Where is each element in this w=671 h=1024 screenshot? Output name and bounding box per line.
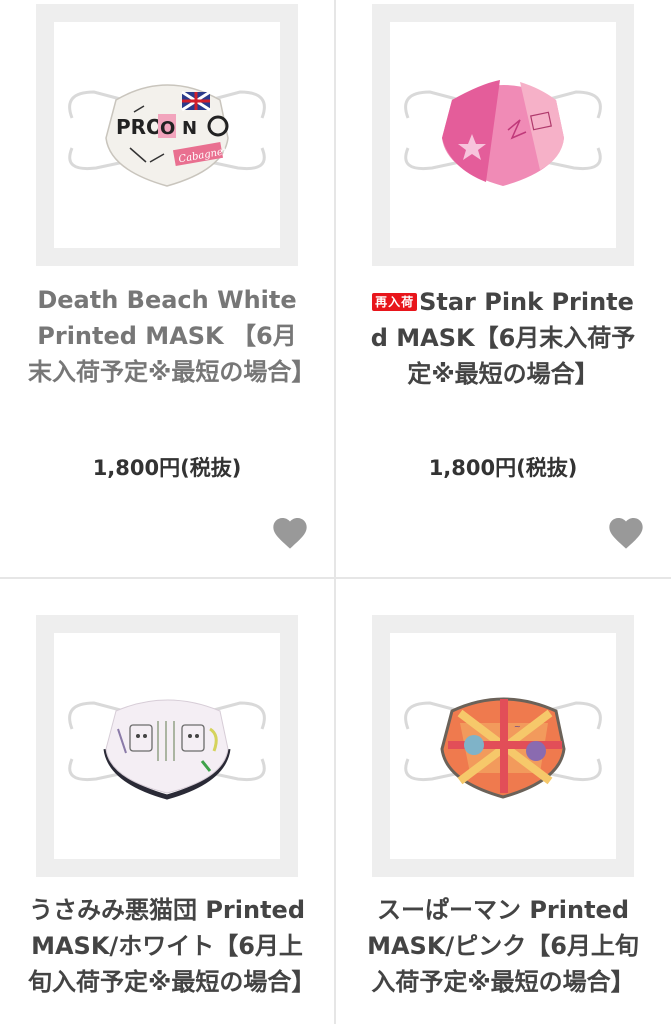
product-title[interactable]: うさみみ悪猫団 Printed MASK/ホワイト【6月上旬入荷予定※最短の場合… (28, 892, 315, 1000)
product-image-frame[interactable] (36, 615, 298, 877)
product-title[interactable]: スーぱーマン Printed MASK/ピンク【6月上旬入荷予定※最短の場合】 (364, 892, 642, 1000)
svg-text:PRO: PRO (116, 115, 163, 139)
product-grid: PRO O N Cabagneta Death Beach White Prin… (0, 0, 671, 1024)
svg-text:N: N (182, 118, 197, 139)
product-price: 1,800円(税抜) (92, 456, 242, 480)
product-title[interactable]: Death Beach White Printed MASK 【6月末入荷予定※… (28, 282, 315, 390)
product-card[interactable]: 再入荷 Star Pink Printed MASK【6月末入荷予定※最短の場合】… (336, 0, 670, 577)
heart-icon[interactable] (270, 513, 310, 551)
product-card[interactable]: ~ スーぱーマン Printed MASK/ピンク【6月上旬入荷予定※最短の場合… (336, 579, 670, 1024)
heart-icon[interactable] (606, 513, 646, 551)
product-image-superman-mask[interactable]: ~ (390, 633, 616, 859)
product-image-usamimi-mask[interactable] (54, 633, 280, 859)
product-price: 1,800円(税抜) (428, 456, 578, 480)
product-card[interactable]: うさみみ悪猫団 Printed MASK/ホワイト【6月上旬入荷予定※最短の場合… (0, 579, 334, 1024)
product-image-star-pink-mask[interactable] (390, 22, 616, 248)
product-title[interactable]: 再入荷 Star Pink Printed MASK【6月末入荷予定※最短の場合】 (364, 284, 642, 392)
product-card[interactable]: PRO O N Cabagneta Death Beach White Prin… (0, 0, 334, 577)
product-image-frame[interactable]: PRO O N Cabagneta (36, 4, 298, 266)
product-image-death-beach-mask[interactable]: PRO O N Cabagneta (54, 22, 280, 248)
restock-badge: 再入荷 (372, 293, 418, 311)
svg-text:~: ~ (514, 722, 521, 731)
product-image-frame[interactable]: ~ (372, 615, 634, 877)
product-image-frame[interactable] (372, 4, 634, 266)
svg-text:O: O (160, 118, 175, 139)
